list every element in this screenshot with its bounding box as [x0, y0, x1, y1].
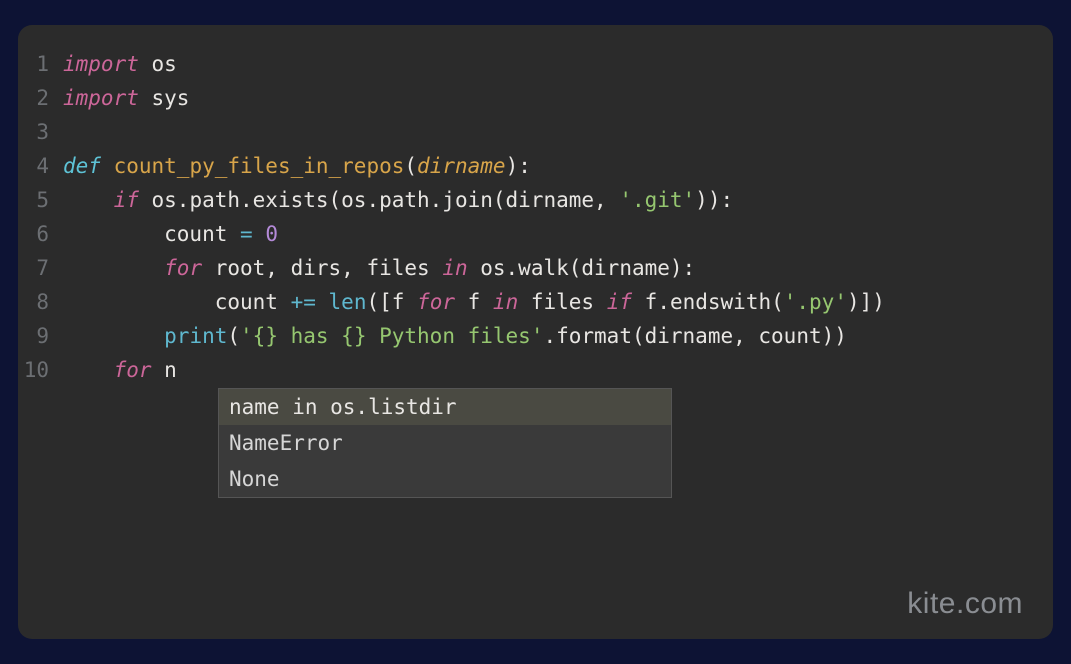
- autocomplete-item[interactable]: None: [219, 461, 671, 497]
- code-line[interactable]: 6 count = 0: [18, 217, 1053, 251]
- code-content[interactable]: for root, dirs, files in os.walk(dirname…: [63, 251, 695, 285]
- code-line[interactable]: 8 count += len([f for f in files if f.en…: [18, 285, 1053, 319]
- autocomplete-item[interactable]: NameError: [219, 425, 671, 461]
- code-content[interactable]: import sys: [63, 81, 189, 115]
- autocomplete-popup[interactable]: name in os.listdirNameErrorNone: [218, 388, 672, 498]
- line-number: 3: [18, 115, 63, 149]
- code-content[interactable]: print('{} has {} Python files'.format(di…: [63, 319, 847, 353]
- code-line[interactable]: 2import sys: [18, 81, 1053, 115]
- line-number: 1: [18, 47, 63, 81]
- code-line[interactable]: 5 if os.path.exists(os.path.join(dirname…: [18, 183, 1053, 217]
- line-number: 7: [18, 251, 63, 285]
- code-content[interactable]: import os: [63, 47, 177, 81]
- code-content[interactable]: if os.path.exists(os.path.join(dirname, …: [63, 183, 733, 217]
- code-content[interactable]: for n: [63, 353, 177, 387]
- line-number: 6: [18, 217, 63, 251]
- code-line[interactable]: 9 print('{} has {} Python files'.format(…: [18, 319, 1053, 353]
- line-number: 2: [18, 81, 63, 115]
- code-line[interactable]: 7 for root, dirs, files in os.walk(dirna…: [18, 251, 1053, 285]
- line-number: 8: [18, 285, 63, 319]
- code-content[interactable]: count = 0: [63, 217, 278, 251]
- line-number: 9: [18, 319, 63, 353]
- code-line[interactable]: 10 for n: [18, 353, 1053, 387]
- code-line[interactable]: 1import os: [18, 47, 1053, 81]
- code-lines: 1import os2import sys34def count_py_file…: [18, 47, 1053, 387]
- code-content[interactable]: count += len([f for f in files if f.ends…: [63, 285, 885, 319]
- line-number: 10: [18, 353, 63, 387]
- watermark: kite.com: [907, 587, 1023, 621]
- autocomplete-item[interactable]: name in os.listdir: [219, 389, 671, 425]
- code-line[interactable]: 4def count_py_files_in_repos(dirname):: [18, 149, 1053, 183]
- line-number: 4: [18, 149, 63, 183]
- line-number: 5: [18, 183, 63, 217]
- code-line[interactable]: 3: [18, 115, 1053, 149]
- code-content[interactable]: def count_py_files_in_repos(dirname):: [63, 149, 531, 183]
- code-editor[interactable]: 1import os2import sys34def count_py_file…: [18, 25, 1053, 639]
